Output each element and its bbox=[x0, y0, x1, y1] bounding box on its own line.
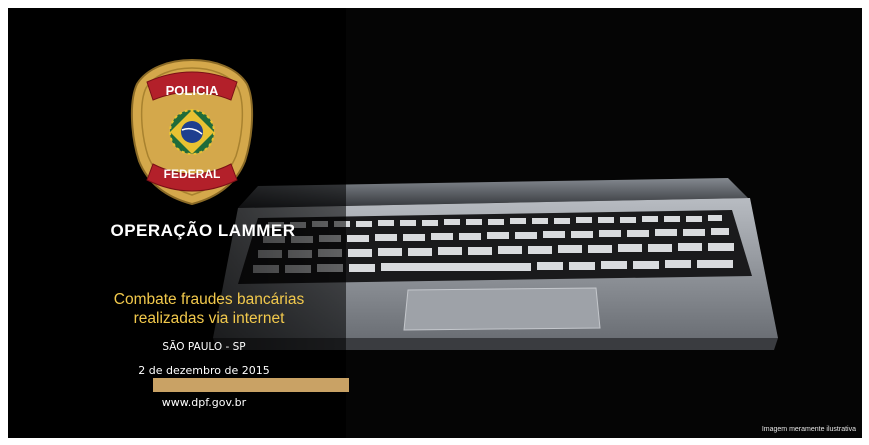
operation-title: OPERAÇÃO LAMMER bbox=[110, 221, 296, 240]
website-text: www.dpf.gov.br bbox=[161, 396, 247, 409]
slide: POLICIA FEDERAL OPERAÇÃO LAMMER Combate … bbox=[8, 8, 862, 438]
subtitle-line-2: realizadas via internet bbox=[133, 310, 285, 327]
image-caption: Imagem meramente ilustrativa bbox=[761, 426, 856, 433]
date-text: 2 de dezembro de 2015 bbox=[138, 364, 270, 377]
accent-bar bbox=[153, 378, 349, 392]
policia-federal-badge-logo: POLICIA FEDERAL bbox=[130, 58, 254, 206]
subtitle-line-1: Combate fraudes bancárias bbox=[113, 291, 305, 308]
badge-top-text: POLICIA bbox=[166, 83, 219, 98]
badge-bottom-text: FEDERAL bbox=[164, 167, 221, 181]
location-text: SÃO PAULO - SP bbox=[162, 341, 246, 353]
